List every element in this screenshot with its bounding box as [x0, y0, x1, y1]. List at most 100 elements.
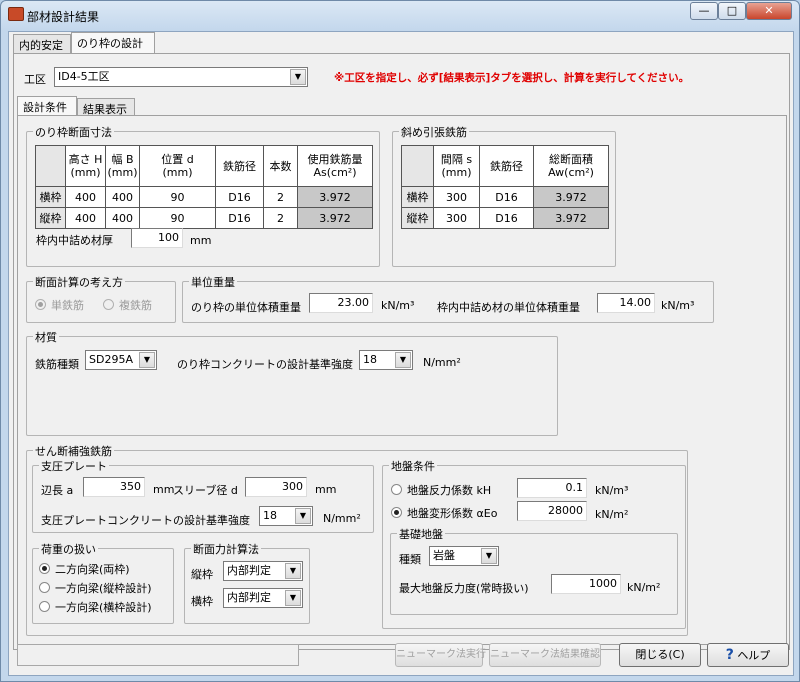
header-width: 幅 B (mm) — [105, 145, 140, 187]
tab-internal-stability[interactable]: 内的安定 — [13, 34, 71, 54]
one-way-horizontal-radio[interactable] — [39, 601, 50, 612]
concrete-strength-unit: N/mm² — [423, 356, 461, 369]
rebar-type-label: 鉄筋種類 — [35, 358, 79, 371]
table-cell[interactable]: 2 — [263, 186, 298, 208]
close-button[interactable]: 閉じる(C) — [619, 643, 701, 667]
chevron-down-icon: ▼ — [395, 352, 411, 368]
frame-section-table: 高さ H (mm) 幅 B (mm) 位置 d (mm) 鉄筋径 本数 使用鉄筋量 As… — [35, 145, 373, 229]
table-cell[interactable]: 400 — [65, 207, 106, 229]
kouku-value: ID4-5工区 — [58, 70, 110, 83]
tab-frame-design[interactable]: のり枠の設計 — [71, 32, 155, 54]
load-handling-group: 荷重の扱い 二方向梁(両枠) 一方向梁(縦枠設計) 一方向梁(横枠設計) — [32, 541, 174, 624]
chevron-down-icon: ▼ — [290, 69, 306, 85]
table-cell: 3.972 — [297, 207, 373, 229]
material-title: 材質 — [33, 329, 59, 345]
kh-unit: kN/m³ — [595, 484, 629, 497]
bearing-plate-group: 支圧プレート 辺長 a 350 mm スリーブ径 d 300 mm 支圧プレート… — [32, 458, 374, 533]
help-icon: ? — [725, 647, 734, 663]
one-way-horizontal-label: 一方向梁(横枠設計) — [55, 601, 152, 614]
table-cell[interactable]: 2 — [263, 207, 298, 229]
infill-weight-unit: kN/m³ — [661, 299, 695, 312]
header-total-area: 総断面積 Aw(cm²) — [533, 145, 609, 187]
base-ground-group: 基礎地盤 種類 岩盤 ▼ 最大地盤反力度(常時扱い) 1000 kN/m² — [390, 526, 678, 615]
help-label: ヘルプ — [737, 649, 771, 662]
eo-radio[interactable] — [391, 507, 402, 518]
frame-weight-unit: kN/m³ — [381, 299, 415, 312]
table-cell[interactable]: D16 — [215, 186, 264, 208]
header-height: 高さ H (mm) — [65, 145, 106, 187]
tab-result-display[interactable]: 結果表示 — [77, 98, 135, 116]
table-cell[interactable]: 400 — [105, 207, 140, 229]
double-rebar-radio[interactable] — [103, 299, 114, 310]
diagonal-rebar-title: 斜め引張鉄筋 — [399, 124, 469, 140]
row-label: 横枠 — [35, 186, 66, 208]
vertical-frame-select[interactable]: 内部判定 ▼ — [223, 561, 303, 581]
kh-radio[interactable] — [391, 484, 402, 495]
vertical-frame-label: 縦枠 — [191, 568, 213, 581]
horizontal-frame-select[interactable]: 内部判定 ▼ — [223, 588, 303, 608]
table-cell[interactable]: 90 — [139, 186, 216, 208]
kouku-select[interactable]: ID4-5工区 ▼ — [54, 67, 308, 87]
frame-design-panel: 工区 ID4-5工区 ▼ ※工区を指定し、必ず[結果表示]タブを選択し、計算を実行… — [13, 53, 790, 650]
sleeve-dia-label: スリーブ径 d — [173, 484, 238, 497]
header-spacing: 間隔 s (mm) — [433, 145, 480, 187]
chevron-down-icon: ▼ — [285, 590, 301, 606]
infill-input[interactable]: 100 — [131, 228, 183, 248]
table-cell[interactable]: 300 — [433, 186, 480, 208]
table-cell[interactable]: 400 — [65, 186, 106, 208]
one-way-vertical-radio[interactable] — [39, 582, 50, 593]
ground-condition-title: 地盤条件 — [389, 458, 437, 474]
kh-input[interactable]: 0.1 — [517, 478, 587, 498]
infill-weight-input[interactable]: 14.00 — [597, 293, 655, 313]
eo-input[interactable]: 28000 — [517, 501, 587, 521]
side-length-input[interactable]: 350 — [83, 477, 145, 497]
window: 部材設計結果 — □ ✕ 内的安定 のり枠の設計 工区 ID4-5工区 ▼ ※工区… — [0, 0, 800, 682]
material-group: 材質 鉄筋種類 SD295A ▼ のり枠コンクリートの設計基準強度 18 ▼ N/m… — [26, 329, 558, 436]
table-cell[interactable]: 300 — [433, 207, 480, 229]
newmark-run-button[interactable]: ニューマーク法実行 — [395, 643, 486, 667]
two-way-radio[interactable] — [39, 563, 50, 574]
newmark-result-button[interactable]: ニューマーク法結果確認 — [489, 643, 601, 667]
concrete-strength-value: 18 — [363, 353, 377, 366]
table-cell[interactable]: 400 — [105, 186, 140, 208]
sleeve-dia-unit: mm — [315, 483, 337, 496]
chevron-down-icon: ▼ — [285, 563, 301, 579]
close-window-button[interactable]: ✕ — [746, 2, 792, 20]
rebar-type-value: SD295A — [89, 353, 133, 366]
max-reaction-unit: kN/m² — [627, 581, 661, 594]
sleeve-dia-input[interactable]: 300 — [245, 477, 307, 497]
help-button[interactable]: ? ヘルプ — [707, 643, 789, 667]
ground-type-value: 岩盤 — [433, 549, 455, 562]
tab-design-conditions[interactable]: 設計条件 — [17, 96, 77, 116]
rebar-type-select[interactable]: SD295A ▼ — [85, 350, 157, 370]
table-cell[interactable]: D16 — [479, 207, 534, 229]
frame-weight-label: のり枠の単位体積重量 — [191, 301, 301, 314]
infill-unit: mm — [190, 234, 212, 247]
chevron-down-icon: ▼ — [139, 352, 155, 368]
plate-concrete-value: 18 — [263, 509, 277, 522]
concrete-strength-select[interactable]: 18 ▼ — [359, 350, 413, 370]
single-rebar-label: 単鉄筋 — [51, 299, 84, 312]
horizontal-frame-label: 横枠 — [191, 595, 213, 608]
corner-cell — [35, 145, 66, 187]
bearing-plate-title: 支圧プレート — [39, 458, 109, 474]
max-reaction-input[interactable]: 1000 — [551, 574, 621, 594]
design-conditions-panel: のり枠断面寸法 高さ H (mm) 幅 B (mm) 位置 d (mm) 鉄筋径 本数… — [17, 115, 787, 645]
single-rebar-radio[interactable] — [35, 299, 46, 310]
frame-weight-input[interactable]: 23.00 — [309, 293, 373, 313]
plate-concrete-select[interactable]: 18 ▼ — [259, 506, 313, 526]
ground-type-select[interactable]: 岩盤 ▼ — [429, 546, 499, 566]
table-cell[interactable]: 90 — [139, 207, 216, 229]
header-rebar-dia: 鉄筋径 — [479, 145, 534, 187]
table-cell[interactable]: D16 — [215, 207, 264, 229]
section-force-group: 断面力計算法 縦枠 内部判定 ▼ 横枠 内部判定 ▼ — [184, 541, 310, 624]
minimize-button[interactable]: — — [690, 2, 718, 20]
two-way-label: 二方向梁(両枠) — [55, 563, 130, 576]
concrete-strength-label: のり枠コンクリートの設計基準強度 — [177, 358, 353, 371]
table-cell[interactable]: D16 — [479, 186, 534, 208]
maximize-button[interactable]: □ — [718, 2, 746, 20]
app-icon — [8, 7, 24, 21]
kouku-label: 工区 — [24, 73, 46, 86]
shear-rebar-title: せん断補強鉄筋 — [33, 443, 114, 459]
section-force-title: 断面力計算法 — [191, 541, 261, 557]
